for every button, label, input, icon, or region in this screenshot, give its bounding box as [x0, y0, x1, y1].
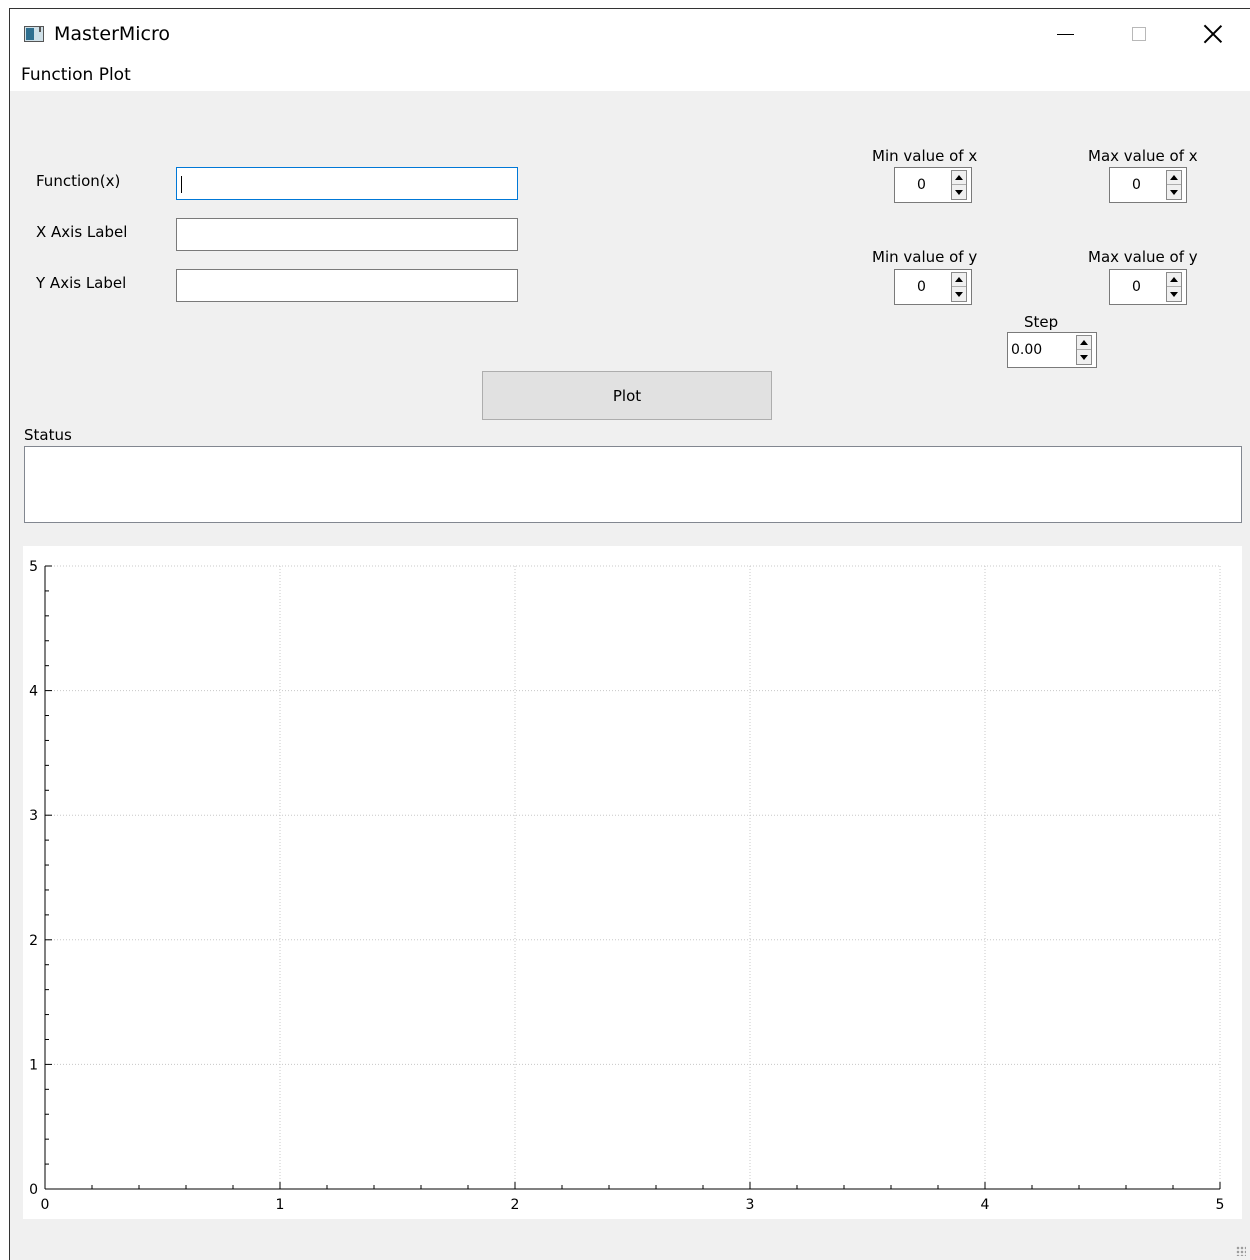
min-y-spinbox[interactable]: 0 [894, 269, 972, 305]
status-textbox[interactable] [24, 446, 1242, 523]
status-label: Status [24, 426, 72, 444]
x-axis-label-label: X Axis Label [36, 223, 128, 241]
y-tick-label: 0 [29, 1182, 38, 1198]
x-tick-label: 2 [511, 1197, 520, 1213]
maximize-button[interactable] [1111, 9, 1167, 59]
close-button[interactable] [1185, 9, 1241, 59]
step-label: Step [1024, 313, 1059, 331]
maximize-icon [1132, 27, 1146, 41]
plot-canvas: 0 1 2 3 4 5 0 1 2 3 4 5 [29, 559, 1225, 1213]
arrow-up-icon [1170, 277, 1178, 282]
max-x-increment-button[interactable] [1167, 171, 1181, 185]
min-y-spin-buttons [951, 272, 967, 302]
step-decrement-button[interactable] [1077, 350, 1091, 364]
arrow-down-icon [1170, 291, 1178, 297]
function-input[interactable] [176, 167, 518, 200]
window-title: MasterMicro [54, 23, 171, 45]
text-caret [181, 176, 182, 193]
menu-item-function-plot[interactable]: Function Plot [21, 65, 131, 85]
min-x-spinbox[interactable]: 0 [894, 167, 972, 203]
arrow-down-icon [955, 291, 963, 297]
min-x-increment-button[interactable] [952, 171, 966, 185]
step-spin-buttons [1076, 335, 1092, 365]
arrow-down-icon [1080, 354, 1088, 360]
minimize-icon [1056, 33, 1074, 35]
min-x-spin-buttons [951, 170, 967, 200]
max-y-spinbox[interactable]: 0 [1109, 269, 1187, 305]
max-y-value: 0 [1132, 279, 1141, 295]
close-icon [1204, 25, 1222, 43]
min-y-decrement-button[interactable] [952, 287, 966, 301]
step-increment-button[interactable] [1077, 336, 1091, 350]
max-x-value: 0 [1132, 177, 1141, 193]
max-x-decrement-button[interactable] [1167, 185, 1181, 199]
y-tick-label: 1 [29, 1057, 38, 1073]
title-bar: MasterMicro [10, 9, 1250, 59]
step-spinbox[interactable]: 0.00 [1007, 332, 1097, 368]
y-tick-label: 3 [29, 808, 38, 824]
menu-bar: Function Plot [10, 59, 1250, 91]
y-tick-label: 2 [29, 933, 38, 949]
arrow-down-icon [955, 189, 963, 195]
plot-button[interactable]: Plot [482, 371, 772, 420]
step-value: 0.00 [1011, 342, 1043, 358]
max-y-increment-button[interactable] [1167, 273, 1181, 287]
minimize-button[interactable] [1037, 9, 1093, 59]
y-tick-label: 5 [29, 559, 38, 575]
plot-area[interactable]: 0 1 2 3 4 5 0 1 2 3 4 5 [23, 546, 1242, 1219]
max-x-spinbox[interactable]: 0 [1109, 167, 1187, 203]
min-x-decrement-button[interactable] [952, 185, 966, 199]
function-label: Function(x) [36, 172, 121, 190]
x-axis-label-input[interactable] [176, 218, 518, 251]
x-tick-label: 3 [746, 1197, 755, 1213]
arrow-up-icon [955, 175, 963, 180]
min-y-value: 0 [917, 279, 926, 295]
y-tick-label: 4 [29, 684, 38, 700]
arrow-down-icon [1170, 189, 1178, 195]
max-y-spin-buttons [1166, 272, 1182, 302]
resize-grip[interactable] [1236, 1246, 1246, 1256]
x-tick-label: 4 [981, 1197, 990, 1213]
min-y-label: Min value of y [872, 248, 978, 266]
max-y-decrement-button[interactable] [1167, 287, 1181, 301]
min-x-value: 0 [917, 177, 926, 193]
arrow-up-icon [955, 277, 963, 282]
arrow-up-icon [1080, 340, 1088, 345]
arrow-up-icon [1170, 175, 1178, 180]
main-window: MasterMicro Function Plot Function(x) X … [9, 8, 1250, 1260]
app-window-icon [24, 26, 44, 42]
max-y-label: Max value of y [1088, 248, 1198, 266]
y-axis-label-label: Y Axis Label [36, 274, 127, 292]
x-tick-label: 0 [41, 1197, 50, 1213]
max-x-label: Max value of x [1088, 147, 1198, 165]
max-x-spin-buttons [1166, 170, 1182, 200]
y-axis-label-input[interactable] [176, 269, 518, 302]
x-tick-label: 5 [1216, 1197, 1225, 1213]
min-y-increment-button[interactable] [952, 273, 966, 287]
x-tick-label: 1 [276, 1197, 285, 1213]
min-x-label: Min value of x [872, 147, 978, 165]
